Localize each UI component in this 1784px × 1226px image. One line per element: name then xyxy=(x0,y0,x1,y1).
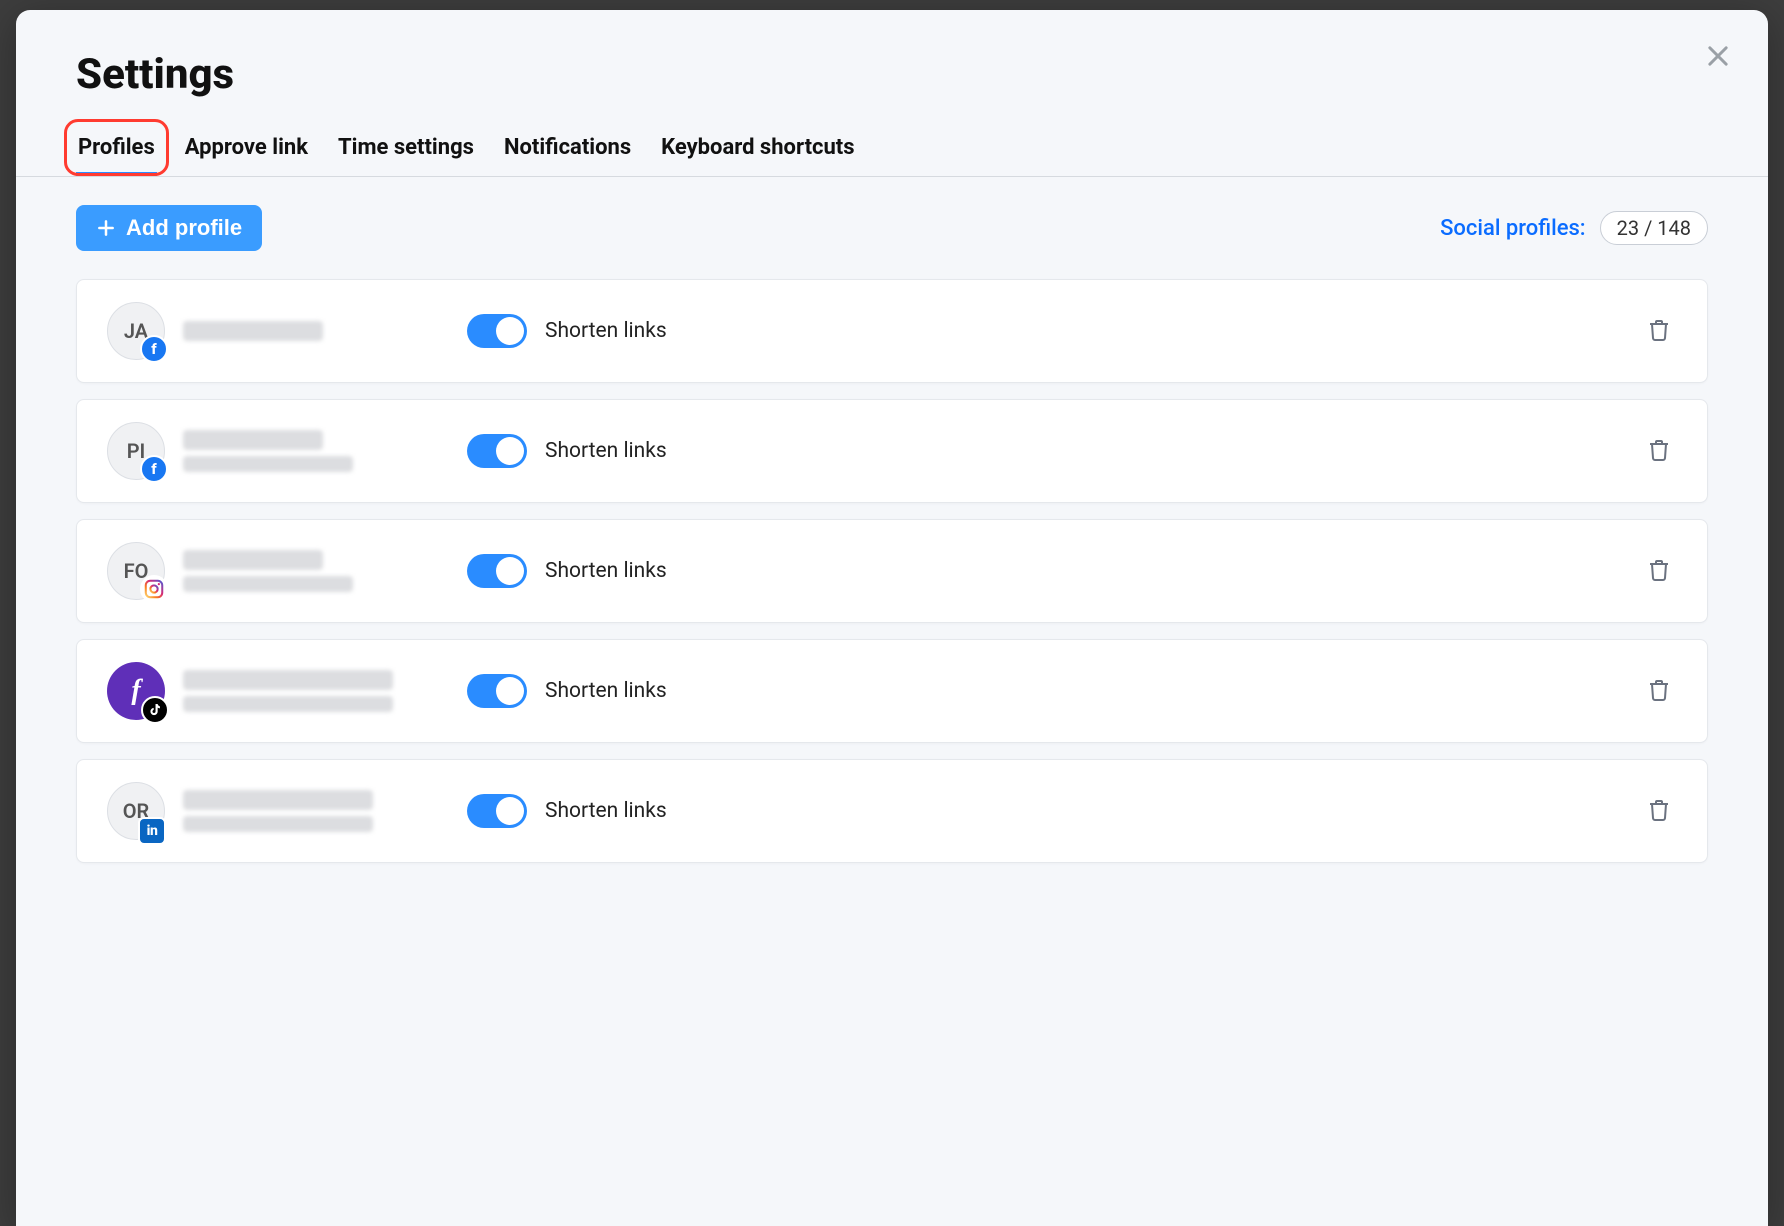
redacted-text xyxy=(183,430,323,450)
profile-list: JA f Shorten links xyxy=(76,279,1708,863)
profile-identity: OR in xyxy=(107,782,467,840)
redacted-text xyxy=(183,670,393,690)
shorten-links-toggle[interactable] xyxy=(467,794,527,828)
redacted-text xyxy=(183,696,393,712)
tab-label: Notifications xyxy=(504,135,631,160)
avatar: f xyxy=(107,662,165,720)
profile-identity: f xyxy=(107,662,467,720)
profile-identity: PI f xyxy=(107,422,467,480)
trash-icon xyxy=(1647,677,1671,703)
delete-profile-button[interactable] xyxy=(1641,431,1677,472)
social-profiles-counter: Social profiles: 23 / 148 xyxy=(1440,211,1708,245)
profile-row: JA f Shorten links xyxy=(76,279,1708,383)
profile-name-redacted xyxy=(183,430,353,472)
social-profiles-label: Social profiles: xyxy=(1440,216,1586,241)
shorten-links-control: Shorten links xyxy=(467,674,1641,708)
dialog-title: Settings xyxy=(76,50,1708,99)
shorten-links-toggle[interactable] xyxy=(467,434,527,468)
tab-label: Time settings xyxy=(338,135,474,160)
shorten-links-label: Shorten links xyxy=(545,559,667,583)
add-profile-button[interactable]: Add profile xyxy=(76,205,262,251)
add-profile-label: Add profile xyxy=(126,215,242,241)
redacted-text xyxy=(183,550,323,570)
profile-row: PI f Shorten links xyxy=(76,399,1708,503)
shorten-links-label: Shorten links xyxy=(545,679,667,703)
redacted-text xyxy=(183,456,353,472)
trash-icon xyxy=(1647,797,1671,823)
trash-icon xyxy=(1647,557,1671,583)
tab-time-settings[interactable]: Time settings xyxy=(336,127,476,176)
profile-name-redacted xyxy=(183,790,373,832)
trash-icon xyxy=(1647,317,1671,343)
toolbar: Add profile Social profiles: 23 / 148 xyxy=(76,205,1708,251)
facebook-icon: f xyxy=(140,335,168,363)
shorten-links-label: Shorten links xyxy=(545,319,667,343)
avatar-initials: f xyxy=(131,675,140,707)
shorten-links-toggle[interactable] xyxy=(467,554,527,588)
redacted-text xyxy=(183,816,373,832)
profile-row: FO Shorten links xyxy=(76,519,1708,623)
shorten-links-label: Shorten links xyxy=(545,439,667,463)
redacted-text xyxy=(183,576,353,592)
settings-dialog: Settings Profiles Approve link Time sett… xyxy=(16,10,1768,1226)
profile-row: OR in Shorten links xyxy=(76,759,1708,863)
tab-label: Approve link xyxy=(185,135,308,160)
profile-row: f Shorten links xyxy=(76,639,1708,743)
plus-icon xyxy=(96,218,116,238)
profile-identity: JA f xyxy=(107,302,467,360)
profile-name-redacted xyxy=(183,550,353,592)
redacted-text xyxy=(183,790,373,810)
dialog-content: Add profile Social profiles: 23 / 148 JA… xyxy=(16,177,1768,1226)
profile-name-redacted xyxy=(183,670,393,712)
tabs: Profiles Approve link Time settings Noti… xyxy=(16,127,1768,177)
tab-notifications[interactable]: Notifications xyxy=(502,127,633,176)
avatar: OR in xyxy=(107,782,165,840)
shorten-links-control: Shorten links xyxy=(467,314,1641,348)
avatar: PI f xyxy=(107,422,165,480)
delete-profile-button[interactable] xyxy=(1641,311,1677,352)
trash-icon xyxy=(1647,437,1671,463)
shorten-links-label: Shorten links xyxy=(545,799,667,823)
delete-profile-button[interactable] xyxy=(1641,551,1677,592)
tab-label: Keyboard shortcuts xyxy=(661,135,854,160)
redacted-text xyxy=(183,321,323,341)
linkedin-icon: in xyxy=(138,817,166,845)
tiktok-icon xyxy=(141,696,169,724)
avatar: JA f xyxy=(107,302,165,360)
delete-profile-button[interactable] xyxy=(1641,791,1677,832)
profile-identity: FO xyxy=(107,542,467,600)
profile-name-redacted xyxy=(183,321,323,341)
social-profiles-count: 23 / 148 xyxy=(1600,211,1708,245)
shorten-links-control: Shorten links xyxy=(467,554,1641,588)
dialog-header: Settings xyxy=(16,10,1768,127)
shorten-links-toggle[interactable] xyxy=(467,674,527,708)
avatar: FO xyxy=(107,542,165,600)
tab-approve-link[interactable]: Approve link xyxy=(183,127,310,176)
shorten-links-control: Shorten links xyxy=(467,794,1641,828)
tab-profiles[interactable]: Profiles xyxy=(76,127,157,176)
instagram-icon xyxy=(140,575,168,603)
tab-keyboard-shortcuts[interactable]: Keyboard shortcuts xyxy=(659,127,856,176)
shorten-links-toggle[interactable] xyxy=(467,314,527,348)
tab-label: Profiles xyxy=(78,135,155,160)
delete-profile-button[interactable] xyxy=(1641,671,1677,712)
facebook-icon: f xyxy=(140,455,168,483)
shorten-links-control: Shorten links xyxy=(467,434,1641,468)
